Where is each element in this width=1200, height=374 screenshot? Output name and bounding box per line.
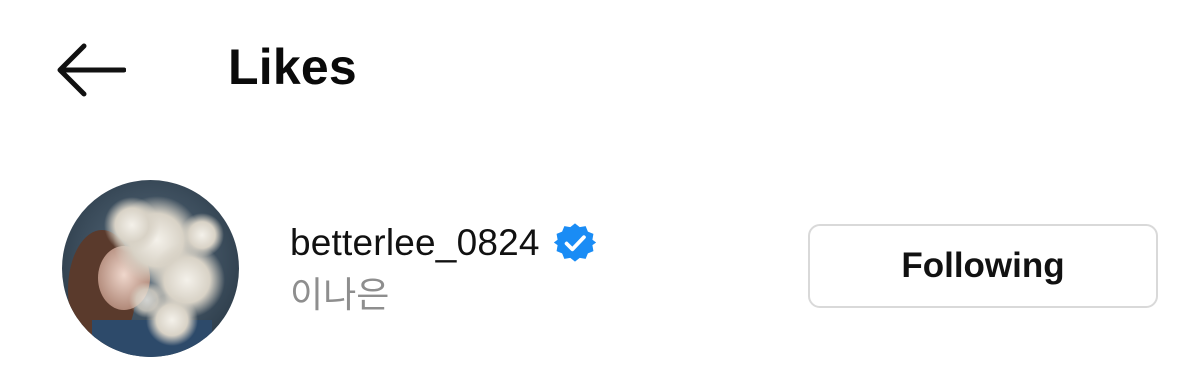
full-name: 이나은 — [290, 274, 390, 315]
username: betterlee_0824 — [290, 222, 540, 263]
back-button[interactable] — [42, 32, 138, 108]
verified-badge-icon — [553, 223, 596, 262]
header-bar: Likes — [0, 0, 1200, 140]
avatar[interactable] — [62, 180, 239, 357]
likes-screen: Likes betterlee_0824 이나은 Following — [0, 0, 1200, 374]
following-button[interactable]: Following — [808, 224, 1158, 308]
arrow-left-icon — [57, 43, 126, 97]
page-title: Likes — [228, 39, 357, 95]
user-info: betterlee_0824 이나은 — [290, 220, 596, 318]
liker-list-item[interactable]: betterlee_0824 이나은 Following — [0, 170, 1200, 366]
username-link[interactable]: betterlee_0824 — [290, 220, 596, 266]
